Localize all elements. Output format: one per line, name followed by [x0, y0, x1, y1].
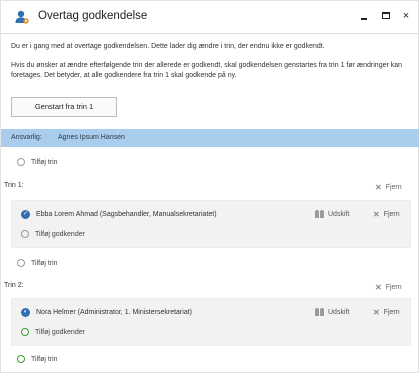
add-step-button[interactable]: Tilføj trin	[17, 257, 58, 269]
remove-label: Fjern	[383, 210, 400, 218]
add-circle-icon	[17, 355, 25, 363]
maximize-icon	[382, 12, 390, 19]
close-icon: ✕	[375, 182, 382, 192]
step-2-label: Trin 2:	[4, 282, 24, 289]
add-approver-label: Tilføj godkender	[35, 328, 85, 336]
pending-circle-icon: ◐	[21, 307, 30, 317]
approver-name: Nora Helmer (Administrator, 1. Ministers…	[36, 308, 192, 316]
add-circle-icon	[21, 328, 29, 336]
add-step-label: Tilføj trin	[31, 158, 58, 166]
add-circle-icon	[21, 230, 29, 238]
user-settings-icon	[15, 10, 29, 24]
approver-row: ✓ Ebba Lorem Ahmad (Sagsbehandler, Manua…	[21, 208, 217, 220]
add-approver-button[interactable]: Tilføj godkender	[21, 326, 85, 338]
close-button[interactable]: ×	[398, 8, 414, 24]
add-step-button[interactable]: Tilføj trin	[17, 353, 58, 365]
minimize-icon	[361, 18, 367, 20]
remove-label: Fjern	[383, 308, 400, 316]
add-step-label: Tilføj trin	[31, 259, 58, 267]
approval-dialog: Overtag godkendelse × Du er i gang med a…	[0, 0, 419, 373]
step-1-box: ✓ Ebba Lorem Ahmad (Sagsbehandler, Manua…	[11, 200, 411, 248]
check-circle-icon: ✓	[21, 209, 30, 219]
remove-label: Fjern	[385, 183, 402, 191]
minimize-button[interactable]	[357, 8, 373, 24]
remove-approver-button[interactable]: ✕ Fjern	[373, 307, 400, 317]
replace-label: Udskift	[328, 210, 350, 218]
responsible-bar: Ansvarlig: Agnes Ipsum Hansen	[1, 129, 419, 147]
remove-step-2-button[interactable]: ✕ Fjern	[375, 282, 402, 292]
add-circle-icon	[17, 259, 25, 267]
add-step-label: Tilføj trin	[31, 355, 58, 363]
add-circle-icon	[17, 158, 25, 166]
add-approver-label: Tilføj godkender	[35, 230, 85, 238]
replace-approver-button[interactable]: Udskift	[315, 307, 349, 317]
restart-info-text: Hvis du ønsker at ændre efterfølgende tr…	[11, 62, 403, 79]
add-step-button[interactable]: Tilføj trin	[17, 156, 58, 168]
dialog-title: Overtag godkendelse	[38, 10, 148, 22]
maximize-button[interactable]	[378, 8, 394, 24]
title-bar: Overtag godkendelse ×	[1, 1, 419, 33]
title-divider	[1, 33, 419, 34]
approver-name: Ebba Lorem Ahmad (Sagsbehandler, Manuals…	[36, 210, 217, 218]
responsible-label: Ansvarlig:	[11, 134, 42, 141]
remove-approver-button[interactable]: ✕ Fjern	[373, 209, 400, 219]
step-1-label: Trin 1:	[4, 182, 24, 189]
replace-approver-button[interactable]: Udskift	[315, 209, 349, 219]
remove-step-1-button[interactable]: ✕ Fjern	[375, 182, 402, 192]
remove-label: Fjern	[385, 283, 402, 291]
step-2-box: ◐ Nora Helmer (Administrator, 1. Ministe…	[11, 298, 411, 346]
people-swap-icon	[315, 308, 324, 316]
approver-row: ◐ Nora Helmer (Administrator, 1. Ministe…	[21, 306, 192, 318]
responsible-name: Agnes Ipsum Hansen	[58, 134, 125, 141]
replace-label: Udskift	[328, 308, 350, 316]
restart-from-step-1-button[interactable]: Genstart fra trin 1	[11, 97, 117, 117]
people-swap-icon	[315, 210, 324, 218]
close-icon: ✕	[375, 282, 382, 292]
intro-text: Du er i gang med at overtage godkendelse…	[11, 43, 325, 50]
close-icon: ✕	[373, 307, 380, 317]
add-approver-button[interactable]: Tilføj godkender	[21, 228, 85, 240]
close-icon: ✕	[373, 209, 380, 219]
